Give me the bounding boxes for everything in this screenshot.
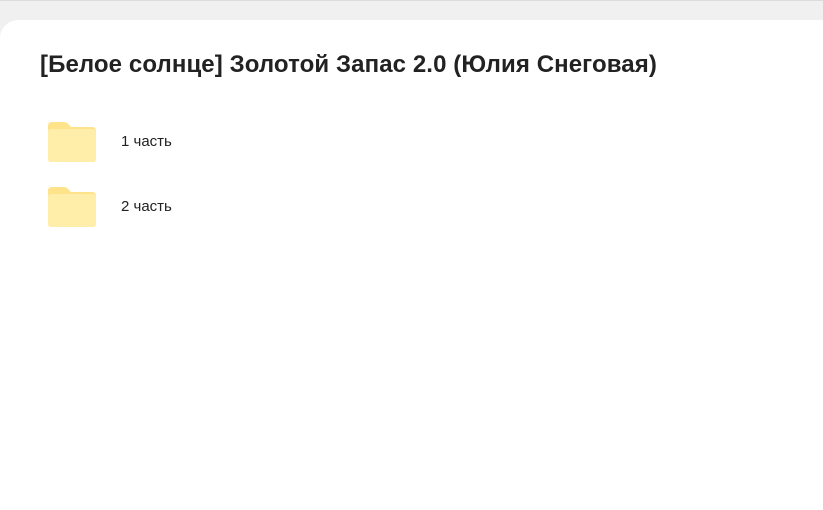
folder-icon: [48, 187, 96, 227]
folder-label: 1 часть: [121, 133, 172, 150]
folder-item-1[interactable]: 1 часть: [40, 116, 340, 166]
window-top-strip: [0, 0, 823, 21]
folder-label: 2 часть: [121, 198, 172, 215]
folder-item-2[interactable]: 2 часть: [40, 181, 340, 231]
folder-panel: [Белое солнце] Золотой Запас 2.0 (Юлия С…: [0, 20, 823, 510]
folder-icon: [48, 122, 96, 162]
folder-title: [Белое солнце] Золотой Запас 2.0 (Юлия С…: [40, 51, 657, 78]
folder-list: 1 часть 2 часть: [40, 116, 340, 246]
